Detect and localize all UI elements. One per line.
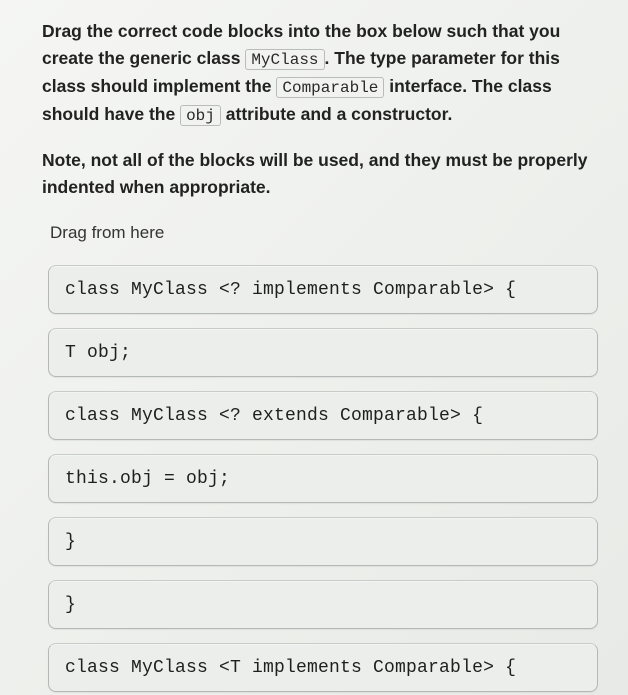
code-block[interactable]: this.obj = obj; xyxy=(48,454,598,503)
code-block[interactable]: T obj; xyxy=(48,328,598,377)
code-block[interactable]: class MyClass <T implements Comparable> … xyxy=(48,643,598,692)
note-paragraph: Note, not all of the blocks will be used… xyxy=(42,147,600,201)
code-block[interactable]: class MyClass <? extends Comparable> { xyxy=(48,391,598,440)
code-blocks-source: class MyClass <? implements Comparable> … xyxy=(42,265,600,692)
drag-from-here-label: Drag from here xyxy=(50,223,600,243)
code-block[interactable]: } xyxy=(48,517,598,566)
code-block[interactable]: } xyxy=(48,580,598,629)
inline-code-comparable: Comparable xyxy=(276,77,384,98)
inline-code-obj: obj xyxy=(180,105,221,126)
instructions-paragraph: Drag the correct code blocks into the bo… xyxy=(42,18,600,129)
instructions-text-d: attribute and a constructor. xyxy=(221,104,452,124)
inline-code-myclass: MyClass xyxy=(245,49,324,70)
code-block[interactable]: class MyClass <? implements Comparable> … xyxy=(48,265,598,314)
